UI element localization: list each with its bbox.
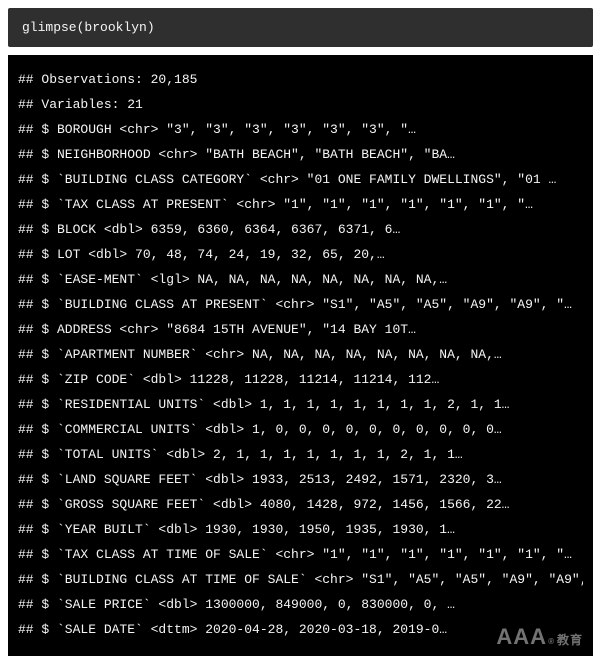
output-header-line: ## Observations: 20,185 bbox=[18, 67, 583, 92]
output-line: ## $ `SALE PRICE` <dbl> 1300000, 849000,… bbox=[18, 592, 583, 617]
output-line: ## $ `RESIDENTIAL UNITS` <dbl> 1, 1, 1, … bbox=[18, 392, 583, 417]
output-line: ## $ `TAX CLASS AT PRESENT` <chr> "1", "… bbox=[18, 192, 583, 217]
output-line: ## $ ADDRESS <chr> "8684 15TH AVENUE", "… bbox=[18, 317, 583, 342]
output-line: ## $ `COMMERCIAL UNITS` <dbl> 1, 0, 0, 0… bbox=[18, 417, 583, 442]
output-header: ## Observations: 20,185## Variables: 21 bbox=[18, 67, 583, 117]
output-line: ## $ `BUILDING CLASS CATEGORY` <chr> "01… bbox=[18, 167, 583, 192]
output-panel: ## Observations: 20,185## Variables: 21 … bbox=[8, 55, 593, 656]
output-line: ## $ NEIGHBORHOOD <chr> "BATH BEACH", "B… bbox=[18, 142, 583, 167]
code-input: glimpse(brooklyn) bbox=[8, 8, 593, 47]
output-line: ## $ `BUILDING CLASS AT TIME OF SALE` <c… bbox=[18, 567, 583, 592]
output-line: ## $ `LAND SQUARE FEET` <dbl> 1933, 2513… bbox=[18, 467, 583, 492]
output-line: ## $ `YEAR BUILT` <dbl> 1930, 1930, 1950… bbox=[18, 517, 583, 542]
output-line: ## $ `GROSS SQUARE FEET` <dbl> 4080, 142… bbox=[18, 492, 583, 517]
output-line: ## $ BOROUGH <chr> "3", "3", "3", "3", "… bbox=[18, 117, 583, 142]
output-line: ## $ BLOCK <dbl> 6359, 6360, 6364, 6367,… bbox=[18, 217, 583, 242]
output-rows: ## $ BOROUGH <chr> "3", "3", "3", "3", "… bbox=[18, 117, 583, 642]
output-line: ## $ `EASE-MENT` <lgl> NA, NA, NA, NA, N… bbox=[18, 267, 583, 292]
code-cell: glimpse(brooklyn) bbox=[8, 8, 593, 47]
output-line: ## $ `TOTAL UNITS` <dbl> 2, 1, 1, 1, 1, … bbox=[18, 442, 583, 467]
code-text: glimpse(brooklyn) bbox=[22, 20, 155, 35]
output-header-line: ## Variables: 21 bbox=[18, 92, 583, 117]
output-line: ## $ LOT <dbl> 70, 48, 74, 24, 19, 32, 6… bbox=[18, 242, 583, 267]
output-line: ## $ `APARTMENT NUMBER` <chr> NA, NA, NA… bbox=[18, 342, 583, 367]
output-line: ## $ `ZIP CODE` <dbl> 11228, 11228, 1121… bbox=[18, 367, 583, 392]
output-line: ## $ `TAX CLASS AT TIME OF SALE` <chr> "… bbox=[18, 542, 583, 567]
output-line: ## $ `SALE DATE` <dttm> 2020-04-28, 2020… bbox=[18, 617, 583, 642]
output-line: ## $ `BUILDING CLASS AT PRESENT` <chr> "… bbox=[18, 292, 583, 317]
